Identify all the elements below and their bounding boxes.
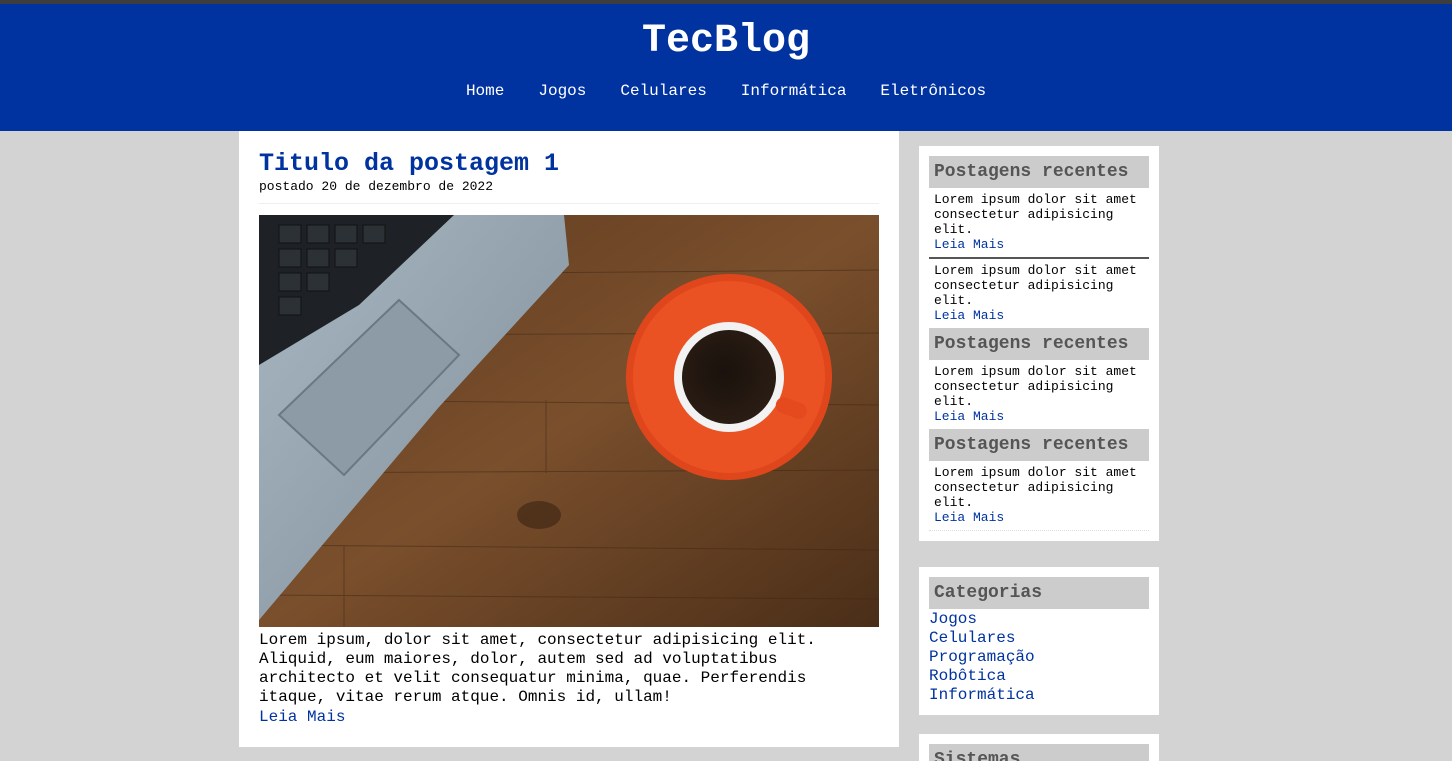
category-link-robotica[interactable]: Robôtica <box>929 667 1006 685</box>
post-divider <box>259 203 879 204</box>
nav-informatica[interactable]: Informática <box>741 81 847 101</box>
recent-post-item: Lorem ipsum dolor sit amet consectetur a… <box>929 259 1149 328</box>
nav-home[interactable]: Home <box>466 81 504 101</box>
post-title[interactable]: Titulo da postagem 1 <box>259 148 559 180</box>
systems-widget: Sistemas <box>919 734 1159 761</box>
recent-posts-widget: Postagens recentes Lorem ipsum dolor sit… <box>919 146 1159 541</box>
recent-post-text: Lorem ipsum dolor sit amet consectetur a… <box>934 263 1137 308</box>
recent-post-text: Lorem ipsum dolor sit amet consectetur a… <box>934 465 1137 510</box>
main-nav: Home Jogos Celulares Informática Eletrôn… <box>0 81 1452 101</box>
categories-list: Jogos Celulares Programação Robôtica Inf… <box>929 609 1149 705</box>
post-read-more-link[interactable]: Leia Mais <box>259 708 345 727</box>
recent-post-text: Lorem ipsum dolor sit amet consectetur a… <box>934 192 1137 237</box>
category-link-jogos[interactable]: Jogos <box>929 610 977 628</box>
category-link-informatica[interactable]: Informática <box>929 686 1035 704</box>
nav-jogos[interactable]: Jogos <box>538 81 586 101</box>
laptop-coffee-photo <box>259 215 879 627</box>
recent-posts-heading: Postagens recentes <box>929 429 1149 461</box>
recent-post-item: Lorem ipsum dolor sit amet consectetur a… <box>929 188 1149 259</box>
recent-post-read-more[interactable]: Leia Mais <box>934 237 1004 252</box>
categories-widget: Categorias Jogos Celulares Programação R… <box>919 567 1159 715</box>
recent-posts-heading: Postagens recentes <box>929 328 1149 360</box>
post-image <box>259 215 879 627</box>
systems-heading: Sistemas <box>929 744 1149 761</box>
categories-heading: Categorias <box>929 577 1149 609</box>
recent-post-read-more[interactable]: Leia Mais <box>934 409 1004 424</box>
recent-post-item: Lorem ipsum dolor sit amet consectetur a… <box>929 360 1149 429</box>
recent-posts-heading: Postagens recentes <box>929 156 1149 188</box>
recent-post-item: Lorem ipsum dolor sit amet consectetur a… <box>929 461 1149 531</box>
site-header: TecBlog Home Jogos Celulares Informática… <box>0 4 1452 131</box>
blog-post: Titulo da postagem 1 postado 20 de dezem… <box>239 131 899 747</box>
nav-eletronicos[interactable]: Eletrônicos <box>880 81 986 101</box>
post-excerpt: Lorem ipsum, dolor sit amet, consectetur… <box>259 631 816 706</box>
recent-post-text: Lorem ipsum dolor sit amet consectetur a… <box>934 364 1137 409</box>
post-date: postado 20 de dezembro de 2022 <box>259 179 494 194</box>
site-title[interactable]: TecBlog <box>0 18 1452 66</box>
recent-post-read-more[interactable]: Leia Mais <box>934 308 1004 323</box>
recent-post-read-more[interactable]: Leia Mais <box>934 510 1004 525</box>
category-link-celulares[interactable]: Celulares <box>929 629 1015 647</box>
category-link-programacao[interactable]: Programação <box>929 648 1035 666</box>
nav-celulares[interactable]: Celulares <box>620 81 706 101</box>
